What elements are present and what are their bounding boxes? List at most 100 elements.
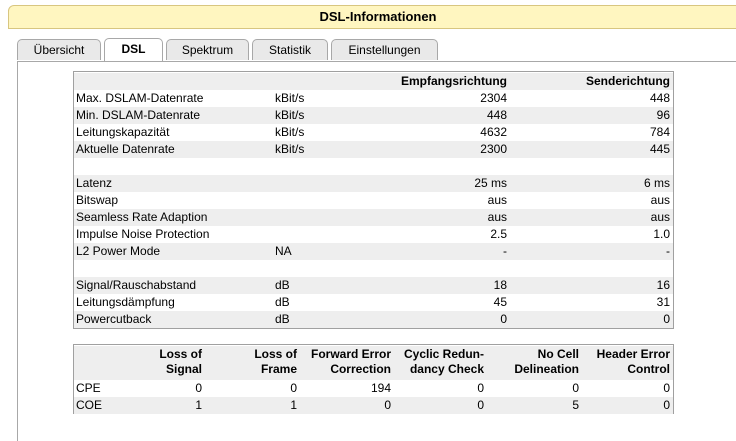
row-label: COE <box>76 398 103 412</box>
header-crc: Cyclic Redun-dancy Check <box>404 347 484 377</box>
header-line: Control <box>627 362 670 376</box>
header-line: Header Error <box>596 347 670 361</box>
row-label: Leitungsdämpfung <box>76 295 175 309</box>
tab-uebersicht[interactable]: Übersicht <box>17 39 101 60</box>
row-unit: dB <box>275 312 290 326</box>
dsl-info-table: Empfangsrichtung Senderichtung Max. DSLA… <box>73 71 674 329</box>
header-line: Frame <box>260 362 297 376</box>
header-loss-of-signal: Loss of Signal <box>159 347 202 377</box>
row-downstream-value: 18 <box>493 278 507 292</box>
header-line: Loss of <box>159 347 202 361</box>
tab-dsl[interactable]: DSL <box>104 38 163 61</box>
header-upstream: Senderichtung <box>585 74 670 88</box>
row-upstream-value: 0 <box>663 312 670 326</box>
tab-einstellungen[interactable]: Einstellungen <box>331 39 438 60</box>
tab-label: Spektrum <box>181 43 234 57</box>
row-upstream-value: aus <box>650 210 670 224</box>
page-title: DSL-Informationen <box>319 9 437 24</box>
error-stats-table: Loss of Signal Loss of Frame Forward Error… <box>73 344 674 414</box>
error-count: 1 <box>195 398 202 412</box>
row-unit: dB <box>275 295 290 309</box>
header-line: Cyclic Redun- <box>403 347 484 361</box>
row-upstream-value: 784 <box>649 125 670 139</box>
row-downstream-value: 2304 <box>480 91 507 105</box>
header-line: dancy Check <box>409 362 484 376</box>
tab-label: Übersicht <box>33 43 85 57</box>
header-header-error-control: Header Error Control <box>597 347 670 377</box>
error-count: 0 <box>477 381 484 395</box>
error-count: 194 <box>370 381 391 395</box>
error-count: 5 <box>572 398 579 412</box>
table-header-row: Empfangsrichtung Senderichtung <box>74 73 673 90</box>
table-row <box>74 158 673 175</box>
row-label: Bitswap <box>76 193 119 207</box>
error-count: 0 <box>663 381 670 395</box>
row-upstream-value: aus <box>650 193 670 207</box>
row-label: Signal/Rauschabstand <box>76 278 197 292</box>
row-downstream-value: 0 <box>500 312 507 326</box>
table-row: Max. DSLAM-Datenrate kBit/s 2304 448 <box>74 90 673 107</box>
row-label: Leitungskapazität <box>76 125 170 139</box>
row-downstream-value: aus <box>487 210 507 224</box>
table-row: Signal/Rauschabstand dB 18 16 <box>74 277 673 294</box>
row-unit: kBit/s <box>275 142 305 156</box>
row-downstream-value: 4632 <box>480 125 507 139</box>
error-count: 0 <box>663 398 670 412</box>
header-line: Delineation <box>514 362 579 376</box>
row-upstream-value: 1.0 <box>653 227 670 241</box>
row-upstream-value: 6 ms <box>643 176 670 190</box>
row-downstream-value: 25 ms <box>474 176 507 190</box>
error-count: 0 <box>195 381 202 395</box>
table-row: Latenz 25 ms 6 ms <box>74 175 673 192</box>
tab-statistik[interactable]: Statistik <box>252 39 328 60</box>
row-label: Impulse Noise Protection <box>76 227 210 241</box>
error-count: 0 <box>572 381 579 395</box>
row-label: L2 Power Mode <box>76 244 161 258</box>
row-label: Aktuelle Datenrate <box>76 142 175 156</box>
error-count: 0 <box>290 381 297 395</box>
row-label: Min. DSLAM-Datenrate <box>76 108 201 122</box>
row-upstream-value: 16 <box>656 278 670 292</box>
row-unit: kBit/s <box>275 91 305 105</box>
row-unit: NA <box>275 244 292 258</box>
row-downstream-value: - <box>503 244 507 258</box>
table-row: CPE 0 0 194 0 0 0 <box>74 380 673 397</box>
row-label: Powercutback <box>76 312 152 326</box>
tab-label: DSL <box>121 42 146 56</box>
table-row: Impulse Noise Protection 2.5 1.0 <box>74 226 673 243</box>
header-line: Signal <box>165 362 202 376</box>
table-row: Bitswap aus aus <box>74 192 673 209</box>
row-upstream-value: - <box>666 244 670 258</box>
row-upstream-value: 445 <box>649 142 670 156</box>
table-row: Min. DSLAM-Datenrate kBit/s 448 96 <box>74 107 673 124</box>
row-unit: dB <box>275 278 290 292</box>
table-row: COE 1 1 0 0 5 0 <box>74 397 673 414</box>
table-header-row: Loss of Signal Loss of Frame Forward Error… <box>74 346 673 380</box>
row-label: CPE <box>76 381 101 395</box>
header-line: Correction <box>330 362 391 376</box>
row-upstream-value: 448 <box>649 91 670 105</box>
row-downstream-value: 45 <box>493 295 507 309</box>
error-count: 0 <box>384 398 391 412</box>
table-row: Leitungskapazität kBit/s 4632 784 <box>74 124 673 141</box>
row-label: Seamless Rate Adaption <box>76 210 208 224</box>
header-line: Loss of <box>254 347 297 361</box>
row-downstream-value: 448 <box>486 108 507 122</box>
header-line: Forward Error <box>310 347 391 361</box>
error-count: 1 <box>290 398 297 412</box>
tab-label: Einstellungen <box>348 43 421 57</box>
row-unit: kBit/s <box>275 108 305 122</box>
row-upstream-value: 96 <box>656 108 670 122</box>
row-unit: kBit/s <box>275 125 305 139</box>
row-upstream-value: 31 <box>656 295 670 309</box>
table-row: Leitungsdämpfung dB 45 31 <box>74 294 673 311</box>
table-row: L2 Power Mode NA - - <box>74 243 673 260</box>
header-forward-error-correction: Forward Error Correction <box>311 347 391 377</box>
row-label: Latenz <box>76 176 113 190</box>
header-no-cell-delineation: No Cell Delineation <box>514 347 579 377</box>
tab-label: Statistik <box>268 43 311 57</box>
tab-spektrum[interactable]: Spektrum <box>166 39 249 60</box>
row-downstream-value: aus <box>487 193 507 207</box>
row-label: Max. DSLAM-Datenrate <box>76 91 204 105</box>
header-loss-of-frame: Loss of Frame <box>254 347 297 377</box>
